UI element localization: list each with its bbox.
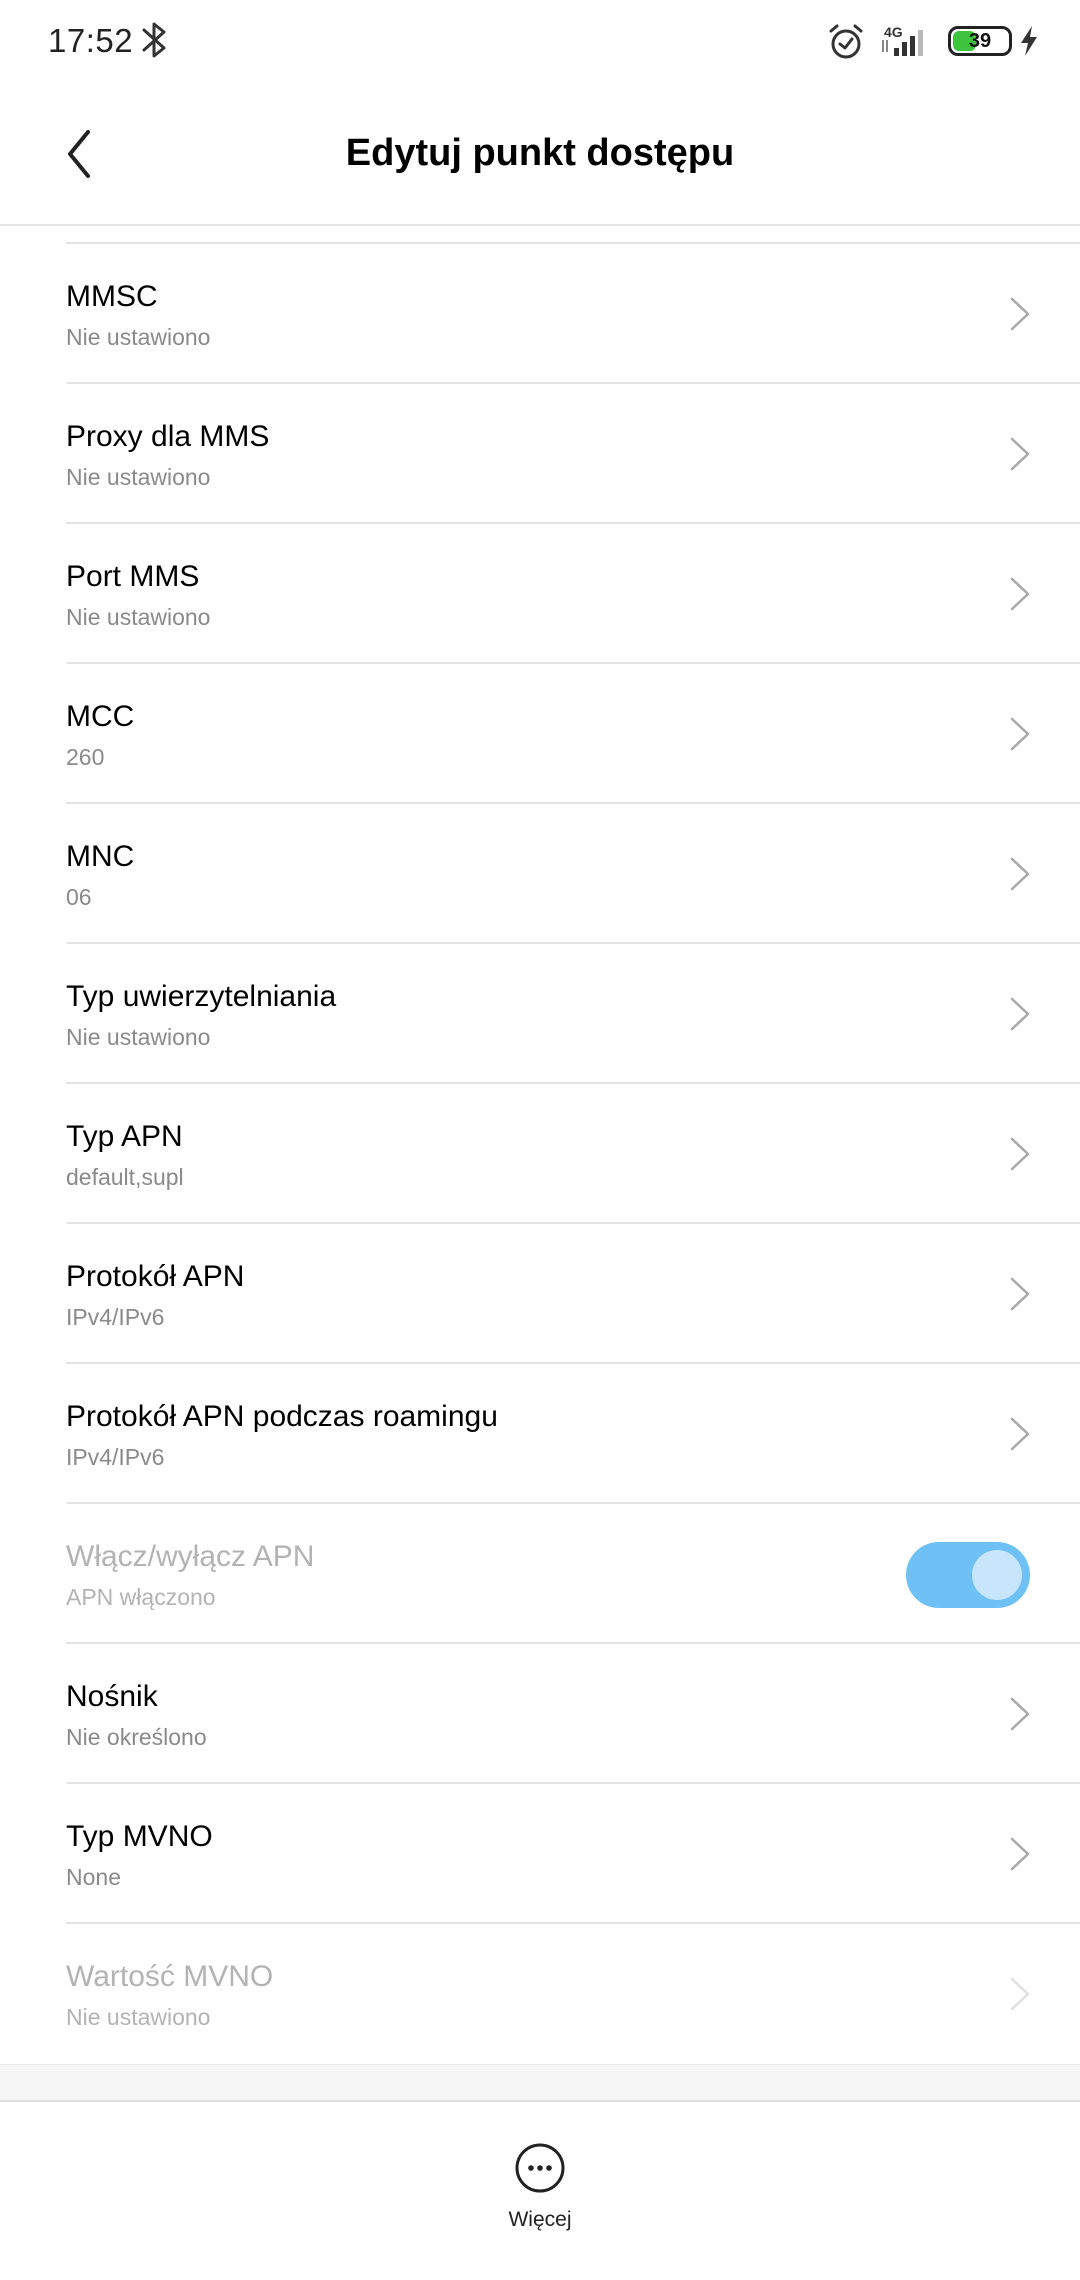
row-value: Nie określono [66,1724,207,1750]
row-title: Protokół APN podczas roamingu [66,1400,498,1433]
row-title: Proxy dla MMS [66,420,270,453]
row-value: 260 [66,744,105,770]
row-title: Typ MVNO [66,1820,213,1853]
chevron-right-icon [1010,1977,1030,2011]
row-value: Nie ustawiono [66,604,211,630]
settings-row[interactable]: Nośnik Nie określono [0,1644,1080,1784]
row-value: Nie ustawiono [66,324,211,350]
bluetooth-icon [142,22,166,58]
row-title: Protokół APN [66,1260,245,1293]
chevron-right-icon [1010,717,1030,751]
chevron-right-icon [1010,857,1030,891]
chevron-right-icon [1010,1277,1030,1311]
settings-row[interactable]: MNC 06 [0,804,1080,944]
row-value: APN włączono [66,1584,216,1610]
more-label: Więcej [508,2208,572,2231]
row-title: Port MMS [66,560,200,593]
bottom-gap [0,2064,1080,2102]
row-title: Typ APN [66,1120,183,1153]
row-value: Nie ustawiono [66,2004,211,2030]
status-bar: 17:52 4G 39 [0,0,1080,80]
more-horizontal-icon [515,2143,565,2193]
status-time: 17:52 [48,22,134,59]
settings-row[interactable]: Typ uwierzytelniania Nie ustawiono [0,944,1080,1084]
page-title: Edytuj punkt dostępu [345,132,735,174]
apn-toggle-switch[interactable] [906,1542,1030,1608]
settings-row[interactable]: Typ APN default,supl [0,1084,1080,1224]
chevron-right-icon [1010,1837,1030,1871]
settings-row[interactable]: Proxy dla MMS Nie ustawiono [0,384,1080,524]
settings-row[interactable]: MMSC Nie ustawiono [0,244,1080,384]
settings-row[interactable]: MCC 260 [0,664,1080,804]
app-header: Edytuj punkt dostępu [0,80,1080,226]
row-value: default,supl [66,1164,184,1190]
row-value: IPv4/IPv6 [66,1444,165,1470]
row-value: Nie ustawiono [66,464,211,490]
row-title: MCC [66,700,135,733]
row-value: Nie ustawiono [66,1024,211,1050]
settings-row[interactable]: Protokół APN podczas roamingu IPv4/IPv6 [0,1364,1080,1504]
row-value: 06 [66,884,92,910]
chevron-right-icon [1010,1697,1030,1731]
row-value: IPv4/IPv6 [66,1304,165,1330]
settings-row[interactable]: Typ MVNO None [0,1784,1080,1924]
chevron-right-icon [1010,437,1030,471]
alarm-icon [829,24,863,59]
bottom-action-bar: Więcej [0,2102,1080,2280]
row-title: MMSC [66,280,158,313]
chevron-right-icon [1010,997,1030,1031]
battery-icon: 39 [948,26,1012,56]
chevron-right-icon [1010,1417,1030,1451]
more-button[interactable]: Więcej [490,2142,590,2262]
row-title: Włącz/wyłącz APN [66,1540,315,1573]
settings-row[interactable]: Protokół APN IPv4/IPv6 [0,1224,1080,1364]
row-title: Nośnik [66,1680,158,1713]
row-title: MNC [66,840,135,873]
signal-icon [882,30,923,56]
settings-list: MMSC Nie ustawiono Proxy dla MMS Nie ustawi… [0,244,1080,2064]
row-title: Typ uwierzytelniania [66,980,337,1013]
row-title: Wartość MVNO [66,1960,274,1993]
toggle-knob [972,1550,1022,1600]
battery-level-text: 39 [968,30,992,52]
settings-row[interactable]: Port MMS Nie ustawiono [0,524,1080,664]
settings-row[interactable]: Włącz/wyłącz APN APN włączono [0,1504,1080,1644]
settings-row: Wartość MVNO Nie ustawiono [0,1924,1080,2064]
charging-icon [1021,26,1037,56]
row-value: None [66,1864,121,1890]
chevron-right-icon [1010,577,1030,611]
chevron-right-icon [1010,1137,1030,1171]
chevron-right-icon [1010,297,1030,331]
